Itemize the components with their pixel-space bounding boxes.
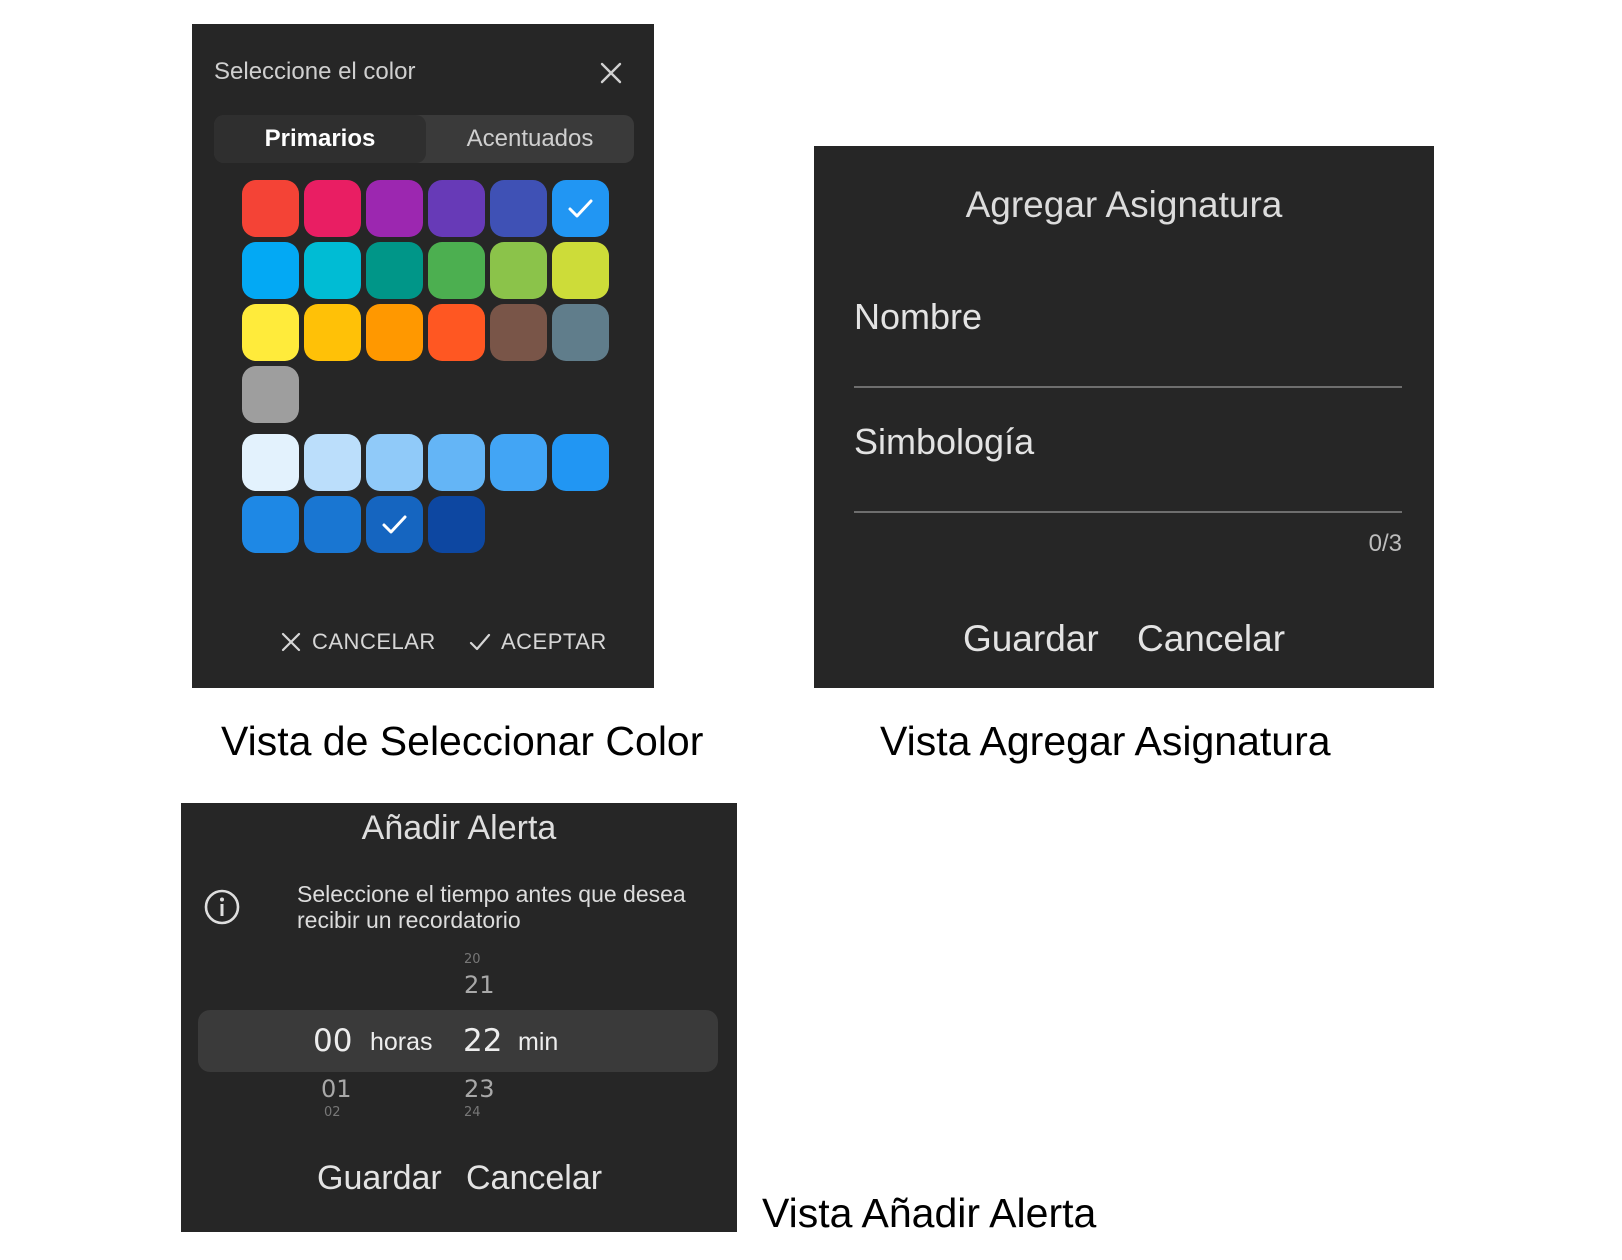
- close-icon[interactable]: [598, 60, 624, 86]
- tab-acentuados[interactable]: Acentuados: [426, 115, 634, 163]
- name-field-underline: [854, 386, 1402, 388]
- save-button[interactable]: Guardar: [317, 1159, 442, 1198]
- symbol-field-label: Simbología: [854, 421, 1035, 462]
- symbol-field-underline: [854, 511, 1402, 513]
- shade-color-swatch[interactable]: [552, 434, 609, 491]
- hours-unit-label: horas: [370, 1028, 433, 1056]
- hours-picker-faded-below: 02: [324, 1105, 341, 1120]
- primary-color-swatch[interactable]: [428, 242, 485, 299]
- cancel-button[interactable]: CANCELAR: [280, 624, 436, 660]
- primary-color-swatch[interactable]: [428, 304, 485, 361]
- hours-picker-below[interactable]: 01: [321, 1075, 352, 1103]
- primary-color-swatch[interactable]: [304, 180, 361, 237]
- cancel-button-label: CANCELAR: [312, 629, 436, 654]
- shade-color-swatch[interactable]: [242, 496, 299, 553]
- primary-color-swatch[interactable]: [304, 304, 361, 361]
- name-field-label: Nombre: [854, 296, 983, 337]
- cancel-button[interactable]: Cancelar: [1137, 618, 1285, 659]
- caption-subject-view: Vista Agregar Asignatura: [880, 718, 1331, 764]
- add-subject-dialog: Agregar Asignatura Nombre Simbología 0/3…: [814, 146, 1434, 688]
- alert-info-text: Seleccione el tiempo antes que desea rec…: [297, 881, 686, 933]
- check-icon: [382, 515, 407, 534]
- primary-color-swatch[interactable]: [552, 180, 609, 237]
- primary-color-swatch[interactable]: [490, 304, 547, 361]
- primary-color-swatch[interactable]: [490, 242, 547, 299]
- primary-color-swatch[interactable]: [552, 242, 609, 299]
- shade-color-swatch[interactable]: [304, 434, 361, 491]
- primary-color-swatch[interactable]: [304, 242, 361, 299]
- color-dialog-title: Seleccione el color: [214, 58, 416, 85]
- shade-color-swatch[interactable]: [428, 496, 485, 553]
- hours-picker-value[interactable]: 00: [313, 1023, 352, 1059]
- add-alert-dialog: Añadir Alerta Seleccione el tiempo antes…: [181, 803, 737, 1232]
- check-icon: [469, 633, 491, 651]
- alert-dialog-title: Añadir Alerta: [361, 809, 557, 847]
- shade-color-swatch[interactable]: [304, 496, 361, 553]
- minutes-picker-below[interactable]: 23: [464, 1075, 495, 1103]
- minutes-picker-faded-above: 20: [464, 952, 481, 967]
- color-picker-dialog: Seleccione el color Primarios Acentuados…: [192, 24, 654, 688]
- close-icon: [281, 632, 301, 652]
- save-button[interactable]: Guardar: [963, 618, 1099, 659]
- cancel-button[interactable]: Cancelar: [466, 1159, 602, 1198]
- primary-color-swatch[interactable]: [242, 366, 299, 423]
- subject-dialog-actions: Guardar Cancelar: [814, 618, 1434, 660]
- shade-color-swatch[interactable]: [366, 496, 423, 553]
- symbol-field[interactable]: Simbología: [854, 421, 1402, 513]
- color-type-segmented-control: Primarios Acentuados: [214, 115, 634, 163]
- minutes-picker-above[interactable]: 21: [464, 971, 495, 999]
- primary-color-swatch[interactable]: [490, 180, 547, 237]
- primary-color-swatch[interactable]: [366, 180, 423, 237]
- character-counter: 0/3: [1368, 530, 1402, 557]
- primary-color-swatch[interactable]: [242, 304, 299, 361]
- tab-primarios[interactable]: Primarios: [214, 115, 426, 163]
- primary-color-swatch[interactable]: [428, 180, 485, 237]
- check-icon: [568, 199, 593, 218]
- minutes-picker-faded-below: 24: [464, 1105, 481, 1120]
- caption-color-view: Vista de Seleccionar Color: [221, 718, 704, 764]
- time-picker-selection-row: 00 horas 22 min: [198, 1010, 718, 1072]
- primary-color-swatch[interactable]: [242, 242, 299, 299]
- name-field[interactable]: Nombre: [854, 296, 1402, 388]
- primary-color-swatch[interactable]: [366, 304, 423, 361]
- shade-color-swatch[interactable]: [242, 434, 299, 491]
- minutes-unit-label: min: [518, 1028, 559, 1056]
- shade-color-swatch[interactable]: [428, 434, 485, 491]
- primary-color-swatch[interactable]: [366, 242, 423, 299]
- color-swatch-grid: [242, 180, 612, 580]
- caption-alert-view: Vista Añadir Alerta: [762, 1190, 1097, 1236]
- accept-button-label: ACEPTAR: [501, 629, 607, 654]
- shade-color-swatch[interactable]: [366, 434, 423, 491]
- info-icon: [204, 889, 240, 925]
- accept-button[interactable]: ACEPTAR: [469, 624, 607, 660]
- primary-color-swatch[interactable]: [242, 180, 299, 237]
- minutes-picker-value[interactable]: 22: [463, 1023, 502, 1059]
- shade-color-swatch[interactable]: [490, 434, 547, 491]
- primary-color-swatch[interactable]: [552, 304, 609, 361]
- subject-dialog-title: Agregar Asignatura: [965, 184, 1283, 225]
